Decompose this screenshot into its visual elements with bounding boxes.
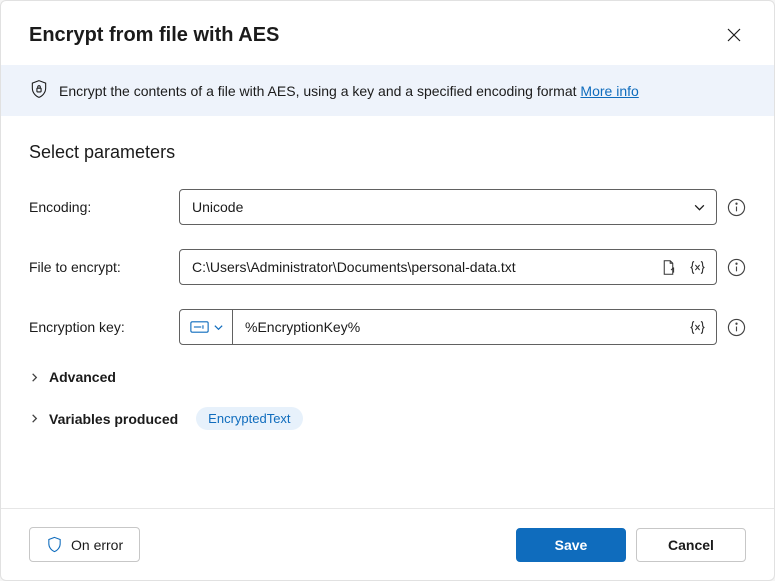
key-label: Encryption key: — [29, 319, 179, 335]
chevron-right-icon — [29, 412, 43, 426]
param-row-key: Encryption key: — [29, 309, 746, 345]
info-icon — [727, 318, 746, 337]
variables-produced-expander[interactable]: Variables produced EncryptedText — [29, 407, 746, 430]
encoding-label: Encoding: — [29, 199, 179, 215]
variables-produced-label: Variables produced — [49, 411, 178, 427]
shield-lock-icon — [29, 79, 49, 102]
encrypt-from-file-dialog: Encrypt from file with AES Encrypt the c… — [0, 0, 775, 581]
key-input-box — [179, 309, 717, 345]
close-icon — [727, 28, 741, 42]
advanced-expander[interactable]: Advanced — [29, 369, 746, 385]
dialog-body: Select parameters Encoding: Unicode File… — [1, 116, 774, 508]
param-row-encoding: Encoding: Unicode — [29, 189, 746, 225]
section-title: Select parameters — [29, 142, 746, 163]
on-error-label: On error — [71, 537, 123, 553]
save-button[interactable]: Save — [516, 528, 626, 562]
encoding-value: Unicode — [180, 199, 683, 215]
file-select-icon — [660, 259, 677, 276]
chevron-down-icon — [683, 201, 716, 214]
variable-chip[interactable]: EncryptedText — [196, 407, 302, 430]
info-icon — [727, 198, 746, 217]
dialog-header: Encrypt from file with AES — [1, 1, 774, 65]
param-row-file: File to encrypt: — [29, 249, 746, 285]
key-variable-button[interactable] — [683, 319, 716, 336]
key-info-button[interactable] — [727, 318, 746, 337]
variable-icon — [689, 259, 706, 276]
chevron-right-icon — [29, 370, 43, 384]
shield-icon — [46, 536, 63, 553]
file-info-button[interactable] — [727, 258, 746, 277]
encoding-select[interactable]: Unicode — [179, 189, 717, 225]
file-input-box — [179, 249, 717, 285]
advanced-label: Advanced — [49, 369, 116, 385]
encoding-info-button[interactable] — [727, 198, 746, 217]
close-button[interactable] — [722, 23, 746, 47]
info-banner-text: Encrypt the contents of a file with AES,… — [59, 83, 639, 99]
dialog-title: Encrypt from file with AES — [29, 24, 279, 47]
info-icon — [727, 258, 746, 277]
variable-icon — [689, 319, 706, 336]
more-info-link[interactable]: More info — [580, 83, 638, 99]
cancel-button[interactable]: Cancel — [636, 528, 746, 562]
info-banner: Encrypt the contents of a file with AES,… — [1, 65, 774, 116]
dialog-footer: On error Save Cancel — [1, 508, 774, 580]
direct-input-icon — [190, 320, 209, 334]
browse-file-button[interactable] — [654, 259, 683, 276]
key-input[interactable] — [233, 319, 683, 335]
file-input[interactable] — [180, 259, 654, 275]
file-label: File to encrypt: — [29, 259, 179, 275]
chevron-down-icon — [213, 322, 224, 333]
file-variable-button[interactable] — [683, 259, 716, 276]
on-error-button[interactable]: On error — [29, 527, 140, 562]
key-mode-selector[interactable] — [180, 310, 233, 344]
